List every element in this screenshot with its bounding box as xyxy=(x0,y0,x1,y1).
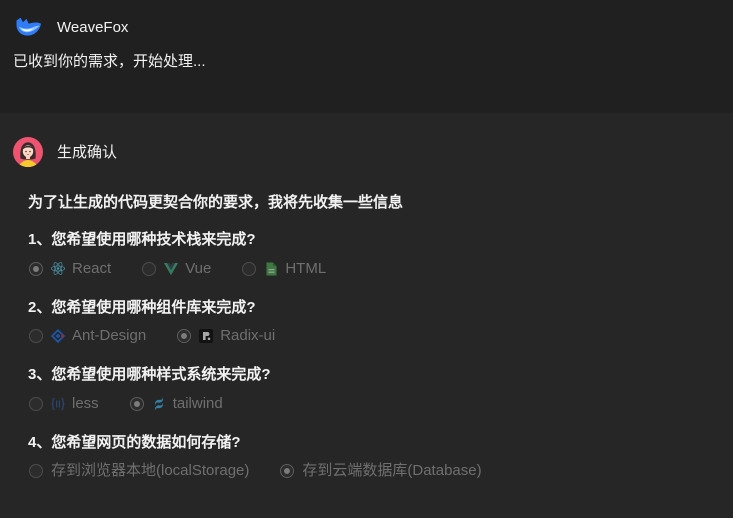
status-message: 已收到你的需求，开始处理... xyxy=(13,53,206,70)
question-label: 4、您希望网页的数据如何存储? xyxy=(28,433,241,451)
radio-local-storage[interactable] xyxy=(29,464,43,478)
option-database[interactable]: 存到云端数据库(Database) xyxy=(280,461,482,481)
radix-ui-icon xyxy=(199,329,214,343)
react-icon xyxy=(51,262,65,276)
radio-dot xyxy=(133,400,140,407)
option-less[interactable]: less xyxy=(29,394,99,414)
question-style-system: 3、您希望使用哪种样式系统来完成? less tailwind xyxy=(28,365,718,414)
option-tailwind[interactable]: tailwind xyxy=(129,394,223,414)
assistant-message: WeaveFox 已收到你的需求，开始处理... xyxy=(0,0,733,113)
question-tech-stack: 1、您希望使用哪种技术栈来完成? React Vue HTML xyxy=(28,230,718,279)
html-file-icon xyxy=(264,262,278,276)
radio-group-component-library: Ant-Design Radix-ui xyxy=(29,326,718,346)
radio-dot xyxy=(284,468,291,474)
option-local-storage[interactable]: 存到浏览器本地(localStorage) xyxy=(29,461,249,481)
option-label: HTML xyxy=(285,259,327,277)
question-form: 为了让生成的代码更契合你的要求，我将先收集一些信息 1、您希望使用哪种技术栈来完… xyxy=(28,193,718,481)
radio-react[interactable] xyxy=(29,261,43,276)
option-label: 存到云端数据库(Database) xyxy=(302,462,482,479)
weavefox-logo-icon xyxy=(15,17,42,37)
option-label: less xyxy=(72,394,99,412)
option-label: Radix-ui xyxy=(220,327,276,344)
option-label: Ant-Design xyxy=(72,327,147,344)
option-label: 存到浏览器本地(localStorage) xyxy=(51,462,250,479)
radio-ant-design[interactable] xyxy=(29,329,43,343)
question-label: 2、您希望使用哪种组件库来完成? xyxy=(28,298,256,316)
option-vue[interactable]: Vue xyxy=(142,259,211,279)
option-label: Vue xyxy=(185,259,212,277)
user-avatar-icon xyxy=(13,137,43,167)
radio-group-style-system: less tailwind xyxy=(29,394,718,414)
panel-title: 生成确认 xyxy=(57,144,118,161)
radio-tailwind[interactable] xyxy=(129,396,144,411)
option-ant-design[interactable]: Ant-Design xyxy=(29,326,146,346)
radio-radix-ui[interactable] xyxy=(177,329,192,343)
assistant-name: WeaveFox xyxy=(57,19,129,36)
option-label: tailwind xyxy=(172,394,223,412)
option-react[interactable]: React xyxy=(29,259,111,279)
option-html[interactable]: HTML xyxy=(242,259,326,279)
radio-dot xyxy=(33,265,39,272)
radio-less[interactable] xyxy=(29,396,43,411)
radio-vue[interactable] xyxy=(142,261,157,276)
less-icon xyxy=(51,397,65,411)
radio-html[interactable] xyxy=(242,261,257,276)
question-label: 1、您希望使用哪种技术栈来完成? xyxy=(28,231,256,248)
question-data-storage: 4、您希望网页的数据如何存储? 存到浏览器本地(localStorage) 存到… xyxy=(28,433,718,482)
question-component-library: 2、您希望使用哪种组件库来完成? Ant-Design Radix-ui xyxy=(28,298,718,347)
question-label: 3、您希望使用哪种样式系统来完成? xyxy=(28,366,271,383)
tailwind-icon xyxy=(152,396,166,411)
form-intro: 为了让生成的代码更契合你的要求，我将先收集一些信息 xyxy=(28,194,404,211)
radio-database[interactable] xyxy=(280,464,295,478)
radio-dot xyxy=(181,333,188,339)
radio-group-data-storage: 存到浏览器本地(localStorage) 存到云端数据库(Database) xyxy=(29,461,718,481)
ant-design-icon xyxy=(51,329,65,343)
vue-icon xyxy=(164,262,179,276)
option-radix-ui[interactable]: Radix-ui xyxy=(177,326,275,346)
radio-group-tech-stack: React Vue HTML xyxy=(29,259,718,279)
confirmation-panel: 生成确认 为了让生成的代码更契合你的要求，我将先收集一些信息 1、您希望使用哪种… xyxy=(0,113,733,518)
option-label: React xyxy=(72,259,112,277)
chat-page: WeaveFox 已收到你的需求，开始处理... 生成确认 为了让生成的代码更契… xyxy=(0,0,733,518)
